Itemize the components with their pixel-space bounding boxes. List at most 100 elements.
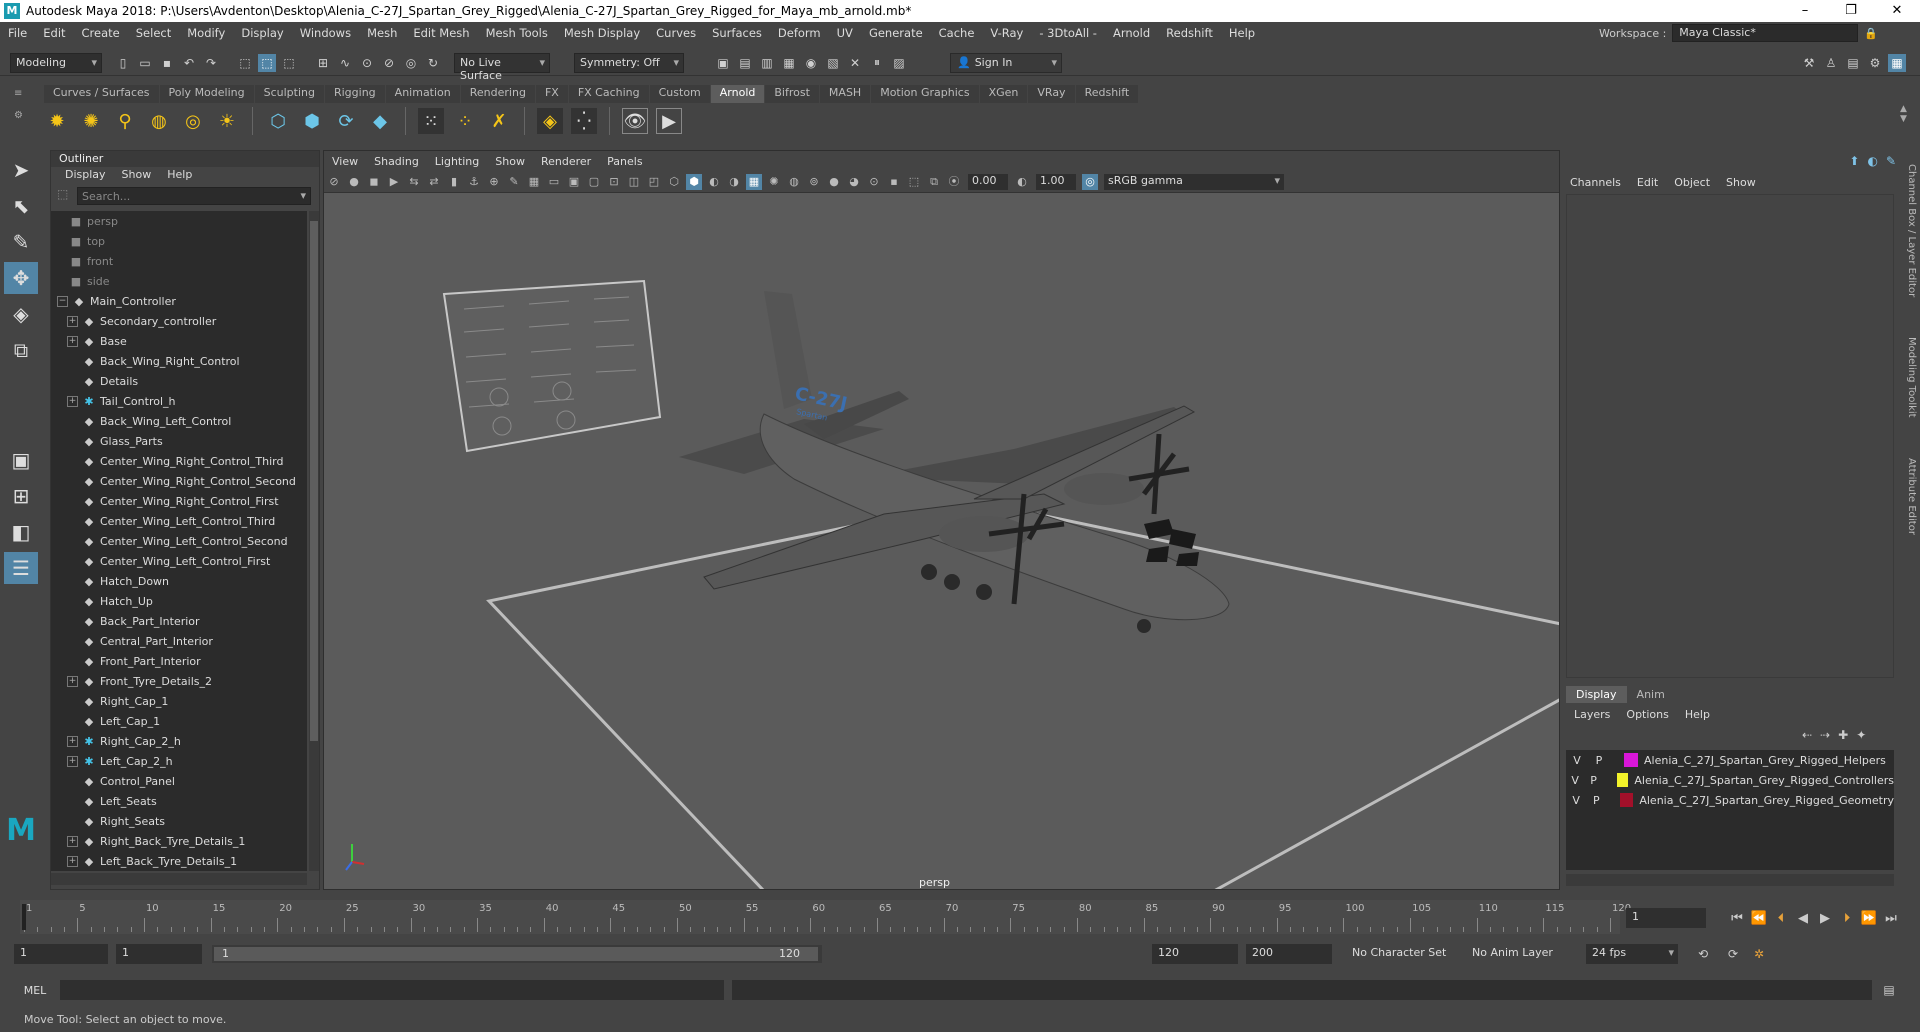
symmetry-dropdown[interactable]: Symmetry: Off [574, 52, 684, 73]
outliner-item-row[interactable]: ◆ Right_Seats [51, 811, 307, 831]
channel-box-icon[interactable]: ▦ [1888, 53, 1906, 72]
arnold-volume-icon[interactable]: ◆ [367, 108, 393, 134]
viewport-scene[interactable]: C-27J Spartan [324, 194, 1559, 889]
outliner-item-row[interactable]: + ✱ Left_Cap_2_h [51, 751, 307, 771]
time-slider-track[interactable]: 1 5 10 15 20 25 30 35 40 45 50 55 60 65 70 75 80 85 90 95 10… [20, 900, 1631, 934]
shelf-tab-arnold[interactable]: Arnold [710, 85, 765, 103]
film-gate-icon[interactable]: ⚓ [466, 174, 482, 190]
shelf-tab-curves-surfaces[interactable]: Curves / Surfaces [44, 85, 159, 103]
minimize-button[interactable]: – [1782, 0, 1828, 22]
field-chart-icon[interactable]: ▭ [546, 174, 562, 190]
playback-end-field[interactable]: 120 [1152, 944, 1238, 964]
menu-item-redshift[interactable]: Redshift [1158, 26, 1221, 40]
isolate-select-icon[interactable]: ◕ [846, 174, 862, 190]
command-input[interactable] [60, 980, 724, 1000]
expand-icon[interactable]: + [67, 395, 78, 407]
scene-end-field[interactable]: 200 [1246, 944, 1332, 964]
expand-icon[interactable]: + [67, 855, 78, 867]
arnold-settings-icon[interactable]: ▨ [890, 54, 908, 72]
auto-key-icon[interactable]: ⟳ [1724, 945, 1742, 963]
menu-item-modify[interactable]: Modify [179, 26, 233, 40]
chevron-down-icon[interactable]: ▾ [300, 189, 306, 202]
play-forward-icon[interactable]: ▶ [1814, 911, 1836, 926]
smooth-shade-icon[interactable]: ◫ [626, 174, 642, 190]
side-tab-channel-box-layer-editor[interactable]: Channel Box / Layer Editor [1906, 164, 1917, 297]
gamma-field[interactable]: 1.00 [1036, 173, 1076, 190]
shelf-tab-fx-caching[interactable]: FX Caching [568, 85, 649, 103]
attribute-editor-icon[interactable]: ▤ [1844, 54, 1862, 72]
outliner-h-scrollbar[interactable] [51, 873, 307, 885]
layer-menu-help[interactable]: Help [1677, 706, 1718, 723]
outliner-item-row[interactable]: ◆ Center_Wing_Left_Control_First [51, 551, 307, 571]
outliner-item-row[interactable]: ◆ Hatch_Up [51, 591, 307, 611]
outliner-item-row[interactable]: ◆ Right_Cap_1 [51, 691, 307, 711]
outliner-item-row[interactable]: ◆ Back_Wing_Left_Control [51, 411, 307, 431]
lock-icon[interactable]: 🔒 [1864, 27, 1878, 40]
menu-item-select[interactable]: Select [128, 26, 179, 40]
side-tab-attribute-editor[interactable]: Attribute Editor [1906, 458, 1917, 535]
shelf-tab-sculpting[interactable]: Sculpting [254, 85, 324, 103]
shelf-tab-poly-modeling[interactable]: Poly Modeling [159, 85, 254, 103]
shelf-tab-bifrost[interactable]: Bifrost [765, 85, 819, 103]
menu-item-curves[interactable]: Curves [648, 26, 704, 40]
outliner-item-row[interactable]: + ✱ Right_Cap_2_h [51, 731, 307, 751]
outliner-item-row[interactable]: + ◆ Base [51, 331, 307, 351]
bookmarks-icon[interactable]: ◼ [366, 174, 382, 190]
lasso-tool-icon[interactable]: ⬉ [4, 190, 38, 222]
outliner-item-row[interactable]: ◆ Details [51, 371, 307, 391]
shelf-tab-xgen[interactable]: XGen [979, 85, 1028, 103]
open-scene-icon[interactable]: ▭ [136, 54, 154, 72]
arnold-play-render-icon[interactable]: ▶ [656, 108, 682, 134]
motion-blur-icon[interactable]: ◍ [786, 174, 802, 190]
gamma-icon[interactable]: ◐ [1014, 174, 1030, 190]
viewport-menu-panels[interactable]: Panels [599, 155, 650, 168]
shelf-options-icon[interactable]: ≡ ⚙ [14, 88, 28, 142]
bookmark-icon[interactable]: ▮ [446, 174, 462, 190]
two-pane-layout-icon[interactable]: ◧ [4, 516, 38, 548]
menu-item-uv[interactable]: UV [829, 26, 861, 40]
fps-dropdown[interactable]: 24 fps ▾ [1586, 944, 1678, 964]
layer-row[interactable]: V P Alenia_C_27J_Spartan_Grey_Rigged_Geome… [1566, 790, 1894, 810]
filter-icon[interactable]: ⬚ [57, 187, 68, 201]
outliner-item-row[interactable]: + ◆ Front_Tyre_Details_2 [51, 671, 307, 691]
live-surface-field[interactable]: No Live Surface [454, 52, 550, 82]
close-button[interactable]: ✕ [1874, 0, 1920, 22]
menu-item-v-ray[interactable]: V-Ray [982, 26, 1031, 40]
collapse-icon[interactable]: − [57, 295, 68, 307]
viewport-panel[interactable]: View Shading Lighting Show Renderer Panels ⊘ … [323, 150, 1560, 890]
arnold-export-standin-icon[interactable]: ⬢ [299, 108, 325, 134]
human-ik-icon[interactable]: ♙ [1822, 54, 1840, 72]
outliner-camera-row[interactable]: ■ side [51, 271, 307, 291]
shelf-tab-redshift[interactable]: Redshift [1075, 85, 1139, 103]
snap-view-icon[interactable]: ⊘ [380, 54, 398, 72]
layer-tab-anim[interactable]: Anim [1627, 686, 1675, 703]
menu-item-arnold[interactable]: Arnold [1105, 26, 1158, 40]
channel-box-menu-channels[interactable]: Channels [1562, 176, 1629, 189]
expand-icon[interactable]: + [67, 755, 78, 767]
expand-icon[interactable]: + [67, 835, 78, 847]
menu-item-mesh-tools[interactable]: Mesh Tools [478, 26, 556, 40]
shelf-scroll-icon[interactable]: ▲ ▼ [1900, 104, 1907, 124]
outliner-search-input[interactable]: Search... ▾ [77, 187, 311, 205]
render-view-icon[interactable]: ▧ [824, 54, 842, 72]
layer-tab-display[interactable]: Display [1566, 686, 1627, 703]
grease-pencil-icon[interactable]: ⇄ [426, 174, 442, 190]
snap-point-icon[interactable]: ⊙ [358, 54, 376, 72]
arnold-flush-texture-icon[interactable]: ⁘ [452, 108, 478, 134]
render-frame-icon[interactable]: ▣ [714, 54, 732, 72]
depth-of-field-icon[interactable]: ● [826, 174, 842, 190]
snap-surface-icon[interactable]: ◎ [402, 54, 420, 72]
expand-icon[interactable]: + [67, 315, 78, 327]
exposure-field[interactable]: 0.00 [968, 173, 1008, 190]
outliner-item-row[interactable]: ◆ Front_Part_Interior [51, 651, 307, 671]
outliner-menu-show[interactable]: Show [114, 167, 160, 185]
outliner-item-row[interactable]: ◆ Center_Wing_Left_Control_Second [51, 531, 307, 551]
arnold-skydome-light-icon[interactable]: ◍ [146, 108, 172, 134]
shadows-icon[interactable]: ▦ [746, 173, 762, 190]
workspace-dropdown[interactable]: Maya Classic* [1672, 24, 1859, 42]
camera-sequence-icon[interactable]: ⧉ [926, 174, 942, 190]
select-object-icon[interactable]: ⬚ [258, 53, 276, 72]
arnold-tx-manager-icon[interactable]: ◈ [537, 108, 563, 134]
arnold-photometric-light-icon[interactable]: ⚲ [112, 108, 138, 134]
safe-action-icon[interactable]: ▣ [566, 174, 582, 190]
